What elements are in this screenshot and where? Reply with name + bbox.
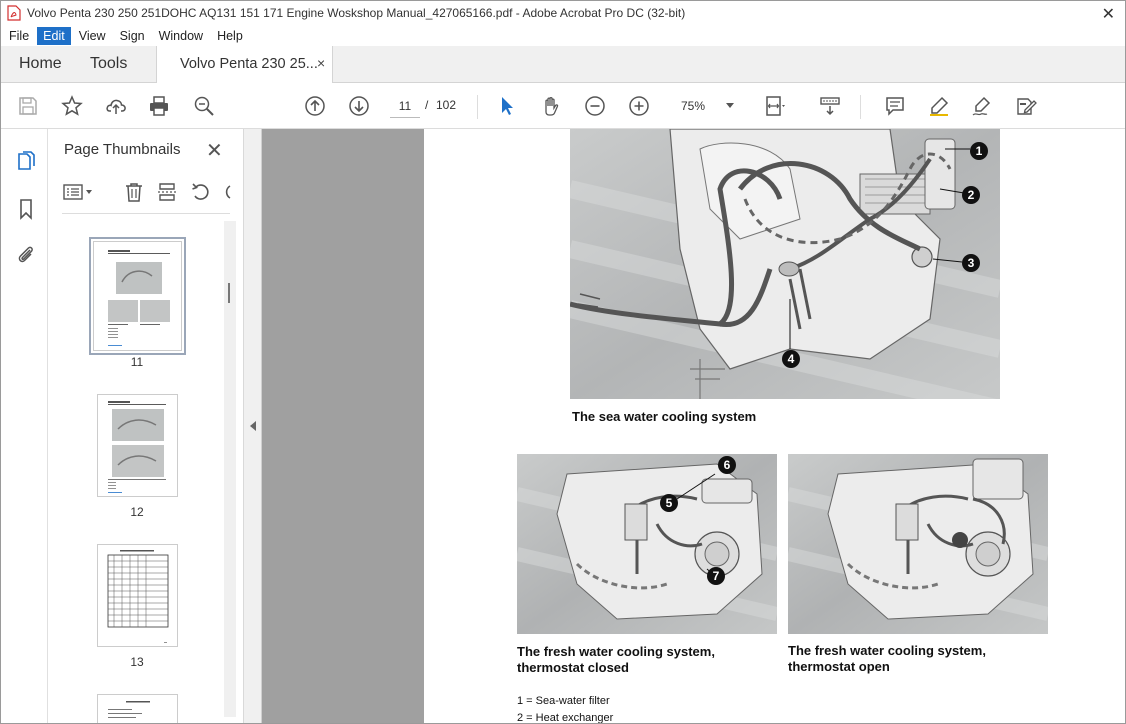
menu-bar: File Edit View Sign Window Help (1, 25, 1125, 46)
options-menu-icon[interactable] (63, 183, 95, 201)
panel-scrollbar-thumb[interactable] (228, 283, 230, 303)
tab-home[interactable]: Home (19, 55, 62, 73)
callout-7: 7 (707, 567, 725, 585)
zoom-search-icon[interactable] (191, 93, 217, 119)
callout-5: 5 (660, 494, 678, 512)
window-title: Volvo Penta 230 250 251DOHC AQ131 151 17… (27, 6, 686, 20)
legend-item-1: 1 = Sea-water filter (517, 695, 610, 707)
hand-tool-icon[interactable] (538, 93, 564, 119)
callout-1: 1 (970, 142, 988, 160)
thumbnail-page-12-preview (108, 401, 166, 493)
collapse-panel-icon[interactable] (250, 421, 256, 431)
fresh-water-open-diagram (788, 454, 1048, 634)
chevron-down-icon[interactable] (726, 103, 734, 108)
scroll-mode-icon[interactable] (817, 93, 843, 119)
thumbnail-page-12[interactable] (97, 394, 178, 497)
caption-fresh-water-closed-line2: thermostat closed (517, 660, 629, 675)
tab-tools[interactable]: Tools (90, 55, 127, 73)
fresh-water-closed-diagram: 6 5 7 (517, 454, 777, 634)
panel-splitter[interactable] (244, 129, 262, 723)
callout-6: 6 (718, 456, 736, 474)
caption-fresh-water-open-line2: thermostat open (788, 659, 890, 674)
total-pages: 102 (436, 98, 457, 112)
callout-3: 3 (962, 254, 980, 272)
thumbnail-page-13-preview (107, 550, 169, 643)
fill-sign-icon[interactable] (969, 93, 995, 119)
legend-item-2: 2 = Heat exchanger (517, 712, 614, 724)
thumbnail-page-13[interactable] (97, 544, 178, 647)
pdf-page: 1 2 3 4 The sea water cooling system 6 5… (424, 129, 1125, 724)
document-view[interactable]: 1 2 3 4 The sea water cooling system 6 5… (262, 129, 1125, 724)
menu-file[interactable]: File (3, 27, 35, 45)
caption-fresh-water-closed-line1: The fresh water cooling system, (517, 644, 715, 659)
acrobat-app-icon (7, 5, 21, 21)
edit-pdf-icon[interactable] (1013, 93, 1039, 119)
thumbnail-page-11[interactable] (89, 237, 186, 355)
tab-document-label: Volvo Penta 230 25... (180, 56, 318, 72)
menu-edit[interactable]: Edit (37, 26, 71, 45)
tab-bar: Home Tools Volvo Penta 230 25... × (1, 46, 1125, 83)
sea-water-cooling-diagram: 1 2 3 4 (570, 129, 1000, 399)
caption-sea-water-cooling: The sea water cooling system (572, 409, 757, 424)
menu-view[interactable]: View (73, 27, 112, 45)
comment-icon[interactable] (882, 93, 908, 119)
rotate-left-icon[interactable] (190, 181, 212, 203)
panel-divider (62, 213, 230, 214)
extract-pages-icon[interactable] (156, 181, 178, 203)
menu-sign[interactable]: Sign (114, 27, 151, 45)
page-thumbnails-panel: Page Thumbnails ✕ 11 12 13 (48, 129, 244, 723)
highlight-pen-icon[interactable] (926, 93, 952, 119)
bookmarks-icon[interactable] (14, 197, 38, 221)
select-cursor-icon[interactable] (494, 93, 520, 119)
zoom-in-icon[interactable] (626, 93, 652, 119)
zoom-out-icon[interactable] (582, 93, 608, 119)
panel-close-button[interactable]: ✕ (206, 138, 223, 163)
thumbnail-page-14-preview (108, 701, 150, 718)
previous-page-icon[interactable] (302, 93, 328, 119)
caption-fresh-water-open-line1: The fresh water cooling system, (788, 643, 986, 658)
toolbar-divider (860, 95, 861, 119)
thumbnail-page-14[interactable] (97, 694, 178, 723)
menu-window[interactable]: Window (153, 27, 209, 45)
panel-scrollbar[interactable] (224, 221, 236, 717)
next-page-icon[interactable] (346, 93, 372, 119)
bookmark-star-icon[interactable] (59, 93, 85, 119)
callout-2: 2 (962, 186, 980, 204)
fit-page-icon[interactable] (762, 93, 788, 119)
thumbnail-label-13: 13 (130, 655, 144, 669)
window-close-button[interactable]: ✕ (1102, 4, 1115, 24)
upload-cloud-icon[interactable] (103, 93, 129, 119)
panel-title: Page Thumbnails (64, 141, 181, 158)
delete-trash-icon[interactable] (123, 181, 145, 203)
save-icon[interactable] (15, 93, 41, 119)
attachments-paperclip-icon[interactable] (14, 243, 38, 267)
callout-4: 4 (782, 350, 800, 368)
rotate-right-icon[interactable] (222, 181, 232, 203)
acrobat-window: Volvo Penta 230 250 251DOHC AQ131 151 17… (0, 0, 1126, 724)
tab-close-button[interactable]: × (317, 55, 325, 71)
menu-help[interactable]: Help (211, 27, 249, 45)
navigation-rail (1, 129, 48, 723)
tab-document[interactable]: Volvo Penta 230 25... × (156, 46, 333, 83)
page-number-input[interactable]: 11 (390, 94, 420, 118)
print-icon[interactable] (146, 93, 172, 119)
thumbnail-label-11: 11 (130, 355, 144, 369)
title-bar: Volvo Penta 230 250 251DOHC AQ131 151 17… (1, 1, 1125, 25)
page-separator: / (425, 98, 429, 112)
thumbnail-label-12: 12 (130, 505, 144, 519)
main-toolbar: 11 / 102 75% (1, 83, 1125, 129)
toolbar-divider (477, 95, 478, 119)
thumbnail-tools (48, 177, 244, 207)
page-thumbnails-icon[interactable] (14, 150, 38, 174)
thumbnail-page-11-preview (108, 250, 170, 346)
